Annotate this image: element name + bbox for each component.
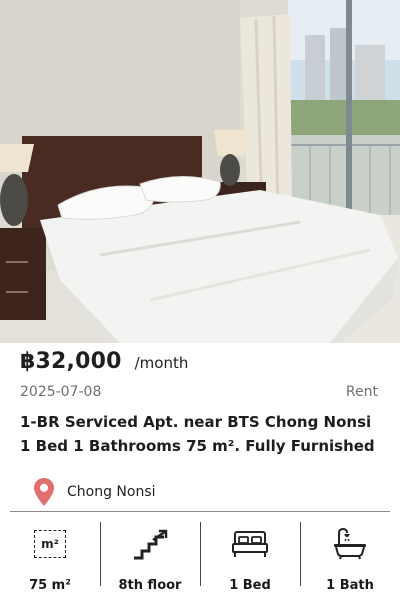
feature-label: 75 m²	[29, 578, 71, 593]
location-name: Chong Nonsi	[67, 484, 156, 500]
listing-date: 2025-07-08	[20, 384, 102, 400]
bedroom-photo	[0, 0, 400, 343]
price-period: /month	[134, 354, 189, 372]
area-icon: m²	[34, 526, 66, 562]
meta-row: 2025-07-08 Rent	[20, 384, 378, 400]
price-row: ฿32,000 /month	[20, 349, 188, 374]
location-pin-icon	[34, 478, 54, 506]
feature-area: m² 75 m²	[0, 512, 100, 600]
feature-bed: 1 Bed	[200, 512, 300, 600]
feature-label: 8th floor	[118, 578, 182, 593]
feature-label: 1 Bed	[229, 578, 271, 593]
listing-type: Rent	[345, 384, 378, 400]
listing-photo[interactable]	[0, 0, 400, 343]
bathtub-icon	[332, 526, 368, 562]
listing-card[interactable]: ฿32,000 /month 2025-07-08 Rent 1-BR Serv…	[0, 0, 400, 600]
listing-title[interactable]: 1-BR Serviced Apt. near BTS Chong Nonsi …	[20, 410, 382, 458]
feature-bath: 1 Bath	[300, 512, 400, 600]
feature-label: 1 Bath	[326, 578, 374, 593]
stairs-icon	[132, 526, 168, 562]
price: ฿32,000	[20, 349, 122, 374]
feature-floor: 8th floor	[100, 512, 200, 600]
features-row: m² 75 m² 8th floor 1 Bed 1 Bath	[0, 512, 400, 600]
location: Chong Nonsi	[34, 478, 156, 506]
bed-icon	[231, 526, 269, 562]
